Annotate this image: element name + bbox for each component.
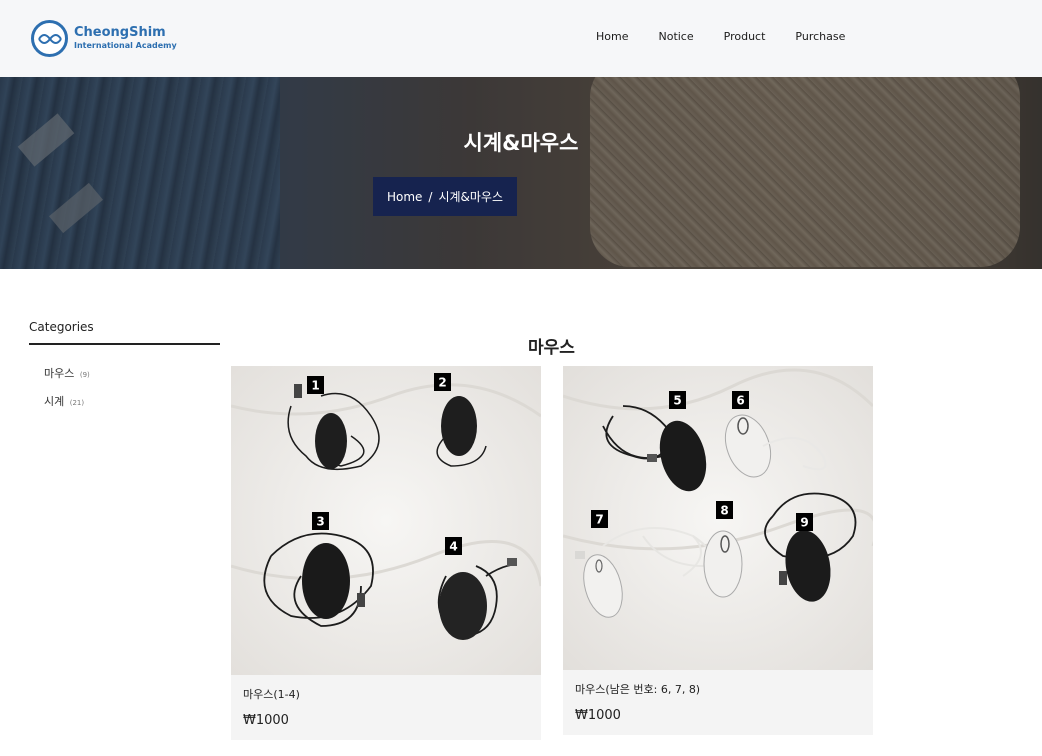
product-price: ₩1000 — [243, 713, 289, 728]
main-nav: Home Notice Product Purchase — [596, 30, 875, 43]
category-sidebar: Categories 마우스 (9) 시계 (21) — [29, 320, 220, 421]
nav-notice[interactable]: Notice — [658, 30, 693, 43]
photo-number-tag: 6 — [736, 394, 744, 408]
brand-logo[interactable]: CheongShim International Academy — [31, 19, 177, 57]
category-label[interactable]: 시계 — [44, 395, 64, 408]
hero-overlay — [0, 77, 1042, 269]
product-photo[interactable]: 1 2 3 4 — [231, 366, 541, 675]
photo-number-tag: 7 — [595, 513, 603, 527]
breadcrumb-current: 시계&마우스 — [438, 190, 504, 204]
category-list: 마우스 (9) 시계 (21) — [29, 365, 220, 409]
product-card[interactable]: 1 2 3 4 마우스(1-4) ₩1000 — [231, 366, 541, 740]
category-label[interactable]: 마우스 — [44, 367, 74, 380]
nav-product[interactable]: Product — [724, 30, 766, 43]
product-photo[interactable]: 5 6 7 8 9 — [563, 366, 873, 670]
brand-subtitle: International Academy — [74, 41, 177, 50]
category-count: (9) — [79, 371, 90, 379]
breadcrumb-home-link[interactable]: Home — [387, 190, 422, 204]
site-header: CheongShim International Academy Home No… — [0, 0, 1042, 77]
hero-banner: 시계&마우스 Home / 시계&마우스 — [0, 77, 1042, 269]
brand-name: CheongShim — [74, 25, 166, 40]
nav-home[interactable]: Home — [596, 30, 628, 43]
categories-heading: Categories — [29, 320, 220, 345]
breadcrumb-separator: / — [428, 189, 433, 204]
photo-number-tag: 9 — [800, 516, 808, 530]
photo-number-tag: 8 — [720, 504, 728, 518]
photo-number-tag: 5 — [673, 394, 681, 408]
nav-purchase[interactable]: Purchase — [795, 30, 845, 43]
category-item-watch[interactable]: 시계 (21) — [44, 393, 220, 409]
photo-number-tag: 1 — [311, 379, 319, 393]
product-card[interactable]: 5 6 7 8 9 마우스(남은 번호: 6, 7, 8) ₩1000 — [563, 366, 873, 735]
logo-emblem-icon — [31, 19, 68, 57]
photo-number-tag: 2 — [438, 376, 446, 390]
breadcrumb: Home / 시계&마우스 — [373, 177, 517, 216]
photo-number-tag: 4 — [449, 540, 457, 554]
section-title: 마우스 — [528, 338, 575, 358]
page-title: 시계&마우스 — [463, 131, 579, 155]
product-name[interactable]: 마우스(1-4) — [243, 686, 300, 702]
category-item-mouse[interactable]: 마우스 (9) — [44, 365, 220, 381]
product-price: ₩1000 — [575, 708, 621, 723]
product-name[interactable]: 마우스(남은 번호: 6, 7, 8) — [575, 681, 700, 697]
category-count: (21) — [69, 399, 85, 407]
photo-number-tag: 3 — [316, 515, 324, 529]
